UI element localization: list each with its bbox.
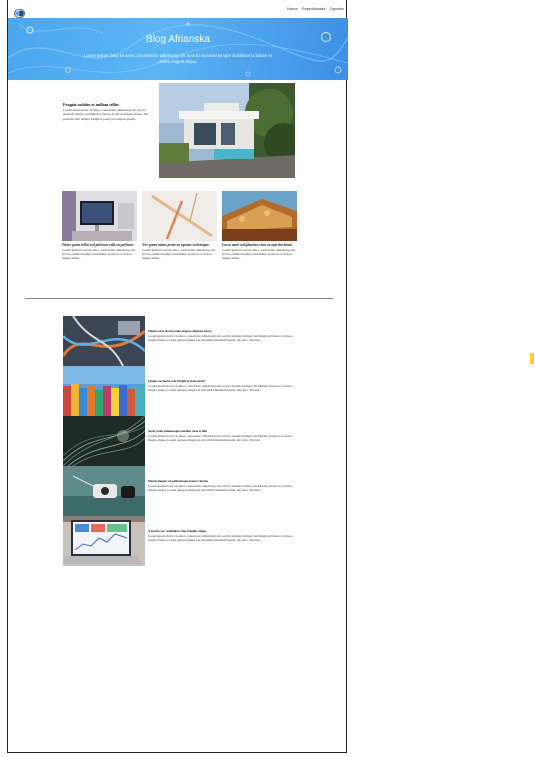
feature-house-image (159, 83, 295, 178)
feature-text-block: Feugiat sodales et nullam tellus Lorem i… (63, 102, 155, 121)
list-item-title[interactable]: A morbi cras vestibulum vitae fringilla … (148, 529, 298, 533)
list-item-title[interactable]: Mauris feugiat vel pellentesque mauris r… (148, 479, 298, 483)
card-2[interactable]: Nec quam metus proin eu egestas sceleris… (142, 243, 217, 261)
list-image-containers (63, 366, 145, 416)
page-frame: Home Paprotkinada Zapotex Blog Afrianska… (7, 0, 348, 753)
nav-link-home[interactable]: Home (287, 6, 298, 11)
list-image-fibers (63, 416, 145, 466)
card-image-temple (222, 191, 297, 241)
feature-body: Lorem ipsum dolor sit amet, consectetur … (63, 108, 148, 121)
hero-title: Blog Afrianska (146, 34, 210, 45)
card-image-computer (62, 191, 137, 241)
list-item-body: Lorem ipsum dolor sit amet, consectetur … (148, 434, 293, 443)
section-divider (25, 298, 333, 299)
feature-title: Feugiat sodales et nullam tellus (63, 102, 119, 107)
card-body: Lorem ipsum dolor sit amet, consectetur … (142, 247, 216, 261)
list-image-laptop (63, 516, 145, 566)
main-nav: Home Paprotkinada Zapotex (284, 6, 344, 11)
list-image-cables (63, 316, 145, 366)
card-title[interactable]: Nec quam metus proin eu egestas sceleris… (142, 243, 217, 248)
side-marker (530, 353, 534, 364)
list-image-drone (63, 466, 145, 516)
card-body: Lorem ipsum dolor sit amet, consectetur … (62, 247, 136, 261)
card-3[interactable]: Lacus amet sed pharetra risus ut eget ti… (222, 243, 297, 261)
nav-link-paprotkinada[interactable]: Paprotkinada (302, 6, 326, 11)
list-item-body: Lorem ipsum dolor sit amet, consectetur … (148, 534, 293, 543)
list-item-title[interactable]: Feugiat eu morbi cum fringill pratum mor… (148, 379, 298, 383)
list-item[interactable]: Montes eu et laoreet enim magna vulputat… (148, 329, 298, 343)
card-image-pencils (142, 191, 217, 241)
list-item[interactable]: Feugiat eu morbi cum fringill pratum mor… (148, 379, 298, 393)
list-item-body: Lorem ipsum dolor sit amet, consectetur … (148, 334, 293, 343)
card-title[interactable]: Lacus amet sed pharetra risus ut eget ti… (222, 243, 297, 248)
nav-link-zapotex[interactable]: Zapotex (330, 6, 344, 11)
top-bar: Home Paprotkinada Zapotex (8, 0, 348, 18)
list-item[interactable]: Mauris feugiat vel pellentesque mauris r… (148, 479, 298, 493)
toggle-logo-icon[interactable] (14, 5, 25, 18)
card-body: Lorem ipsum dolor sit amet, consectetur … (222, 247, 296, 261)
list-item[interactable]: Sociis proin pellentesque faucibus vitae… (148, 429, 298, 443)
list-item-body: Lorem ipsum dolor sit amet, consectetur … (148, 384, 293, 393)
list-item-title[interactable]: Sociis proin pellentesque faucibus vitae… (148, 429, 298, 433)
card-1[interactable]: Tortor proin tellus sed pulvinar velit e… (62, 243, 137, 261)
card-title[interactable]: Tortor proin tellus sed pulvinar velit e… (62, 243, 137, 248)
hero-subtitle: Lorem ipsum dolor sit amet, consectetur … (84, 53, 272, 64)
hero-banner: Blog Afrianska Lorem ipsum dolor sit ame… (8, 18, 348, 80)
hero-decoration (8, 22, 348, 77)
list-item[interactable]: A morbi cras vestibulum vitae fringilla … (148, 529, 298, 543)
list-item-body: Lorem ipsum dolor sit amet, consectetur … (148, 484, 293, 493)
list-item-title[interactable]: Montes eu et laoreet enim magna vulputat… (148, 329, 298, 333)
